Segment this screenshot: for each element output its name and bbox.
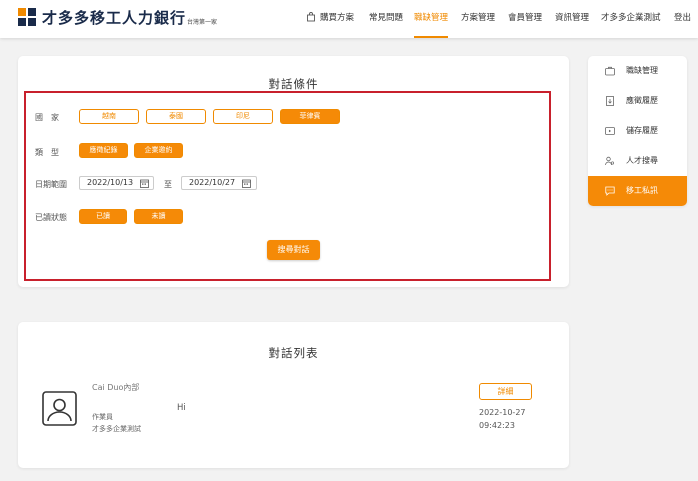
sidebar-item-label: 人才搜尋 xyxy=(626,156,658,165)
date-range-label: 日期範圍 xyxy=(35,180,67,189)
date-from-input[interactable]: 2022/10/13 xyxy=(79,176,154,190)
logo-icon[interactable] xyxy=(18,8,36,26)
sidebar-item-messages[interactable]: 移工私訊 xyxy=(588,176,687,206)
type-application-button[interactable]: 應徵紀錄 xyxy=(79,143,128,158)
sender-name: Cai Duo內部 xyxy=(92,383,140,392)
country-philippines-button[interactable]: 菲律賓 xyxy=(280,109,340,124)
sidebar-item-talent-search[interactable]: 人才搜尋 xyxy=(588,146,687,176)
sidebar-item-label: 職缺管理 xyxy=(626,66,658,75)
date-to-input[interactable]: 2022/10/27 xyxy=(181,176,257,190)
nav-logout[interactable]: 登出 xyxy=(674,0,691,38)
date-from-value: 2022/10/13 xyxy=(87,178,134,187)
logo-subtitle: 台灣第一家 xyxy=(187,19,218,26)
search-conversation-button[interactable]: 搜尋對話 xyxy=(267,240,320,260)
chat-icon xyxy=(605,186,615,196)
read-status-label: 已讀狀態 xyxy=(35,213,67,222)
country-indonesia-button[interactable]: 印尼 xyxy=(213,109,273,124)
date-to-value: 2022/10/27 xyxy=(189,178,236,187)
to-label: 至 xyxy=(164,180,172,189)
read-button[interactable]: 已讀 xyxy=(79,209,127,224)
logo-text[interactable]: 才多多移工人力銀行 xyxy=(42,7,186,28)
sender-company: 才多多企業測試 xyxy=(92,425,141,433)
country-vietnam-button[interactable]: 越南 xyxy=(79,109,139,124)
sender-role: 作業員 xyxy=(92,413,113,421)
list-card-title: 對話列表 xyxy=(268,346,319,360)
country-label: 國 家 xyxy=(35,113,59,122)
calendar-icon[interactable] xyxy=(242,179,251,188)
unread-button[interactable]: 未讀 xyxy=(134,209,183,224)
top-header: 才多多移工人力銀行 台灣第一家 購買方案 常見問題 職缺管理 方案管理 會員管理… xyxy=(0,0,698,38)
message-date: 2022-10-27 xyxy=(479,408,526,417)
sidebar-item-saved[interactable]: 儲存履歷 xyxy=(588,116,687,146)
sidebar-item-jobs[interactable]: 職缺管理 xyxy=(588,56,687,86)
nav-recruit[interactable]: 職缺管理 xyxy=(414,0,449,38)
saved-resume-icon xyxy=(605,127,615,135)
country-thailand-button[interactable]: 泰國 xyxy=(146,109,206,124)
nav-member[interactable]: 會員管理 xyxy=(508,0,542,38)
message-time: 09:42:23 xyxy=(479,421,515,430)
message-preview: Hi xyxy=(177,403,186,413)
sidebar: 職缺管理 應徵履歷 儲存履歷 人才搜尋 移工私訊 xyxy=(588,56,687,206)
search-card-title: 對話條件 xyxy=(268,77,319,91)
nav-plan[interactable]: 方案管理 xyxy=(461,0,495,38)
sidebar-item-label: 移工私訊 xyxy=(626,186,658,195)
nav-info[interactable]: 資訊管理 xyxy=(555,0,589,38)
calendar-icon[interactable] xyxy=(140,179,149,188)
avatar-icon xyxy=(42,391,77,426)
type-invitation-button[interactable]: 企業邀約 xyxy=(134,143,183,158)
type-label: 類 型 xyxy=(35,148,59,157)
resume-download-icon xyxy=(606,96,614,106)
sidebar-item-label: 應徵履歷 xyxy=(626,96,658,105)
people-search-icon xyxy=(605,156,615,166)
sidebar-item-label: 儲存履歷 xyxy=(626,126,658,135)
cart-icon[interactable] xyxy=(306,12,316,22)
nav-faq[interactable]: 常見問題 xyxy=(369,0,403,38)
detail-button[interactable]: 詳細 xyxy=(479,383,532,400)
sidebar-item-applications[interactable]: 應徵履歷 xyxy=(588,86,687,116)
nav-company[interactable]: 才多多企業測試 xyxy=(601,0,661,38)
nav-buy-plan[interactable]: 購買方案 xyxy=(320,0,354,38)
briefcase-icon xyxy=(605,66,615,76)
